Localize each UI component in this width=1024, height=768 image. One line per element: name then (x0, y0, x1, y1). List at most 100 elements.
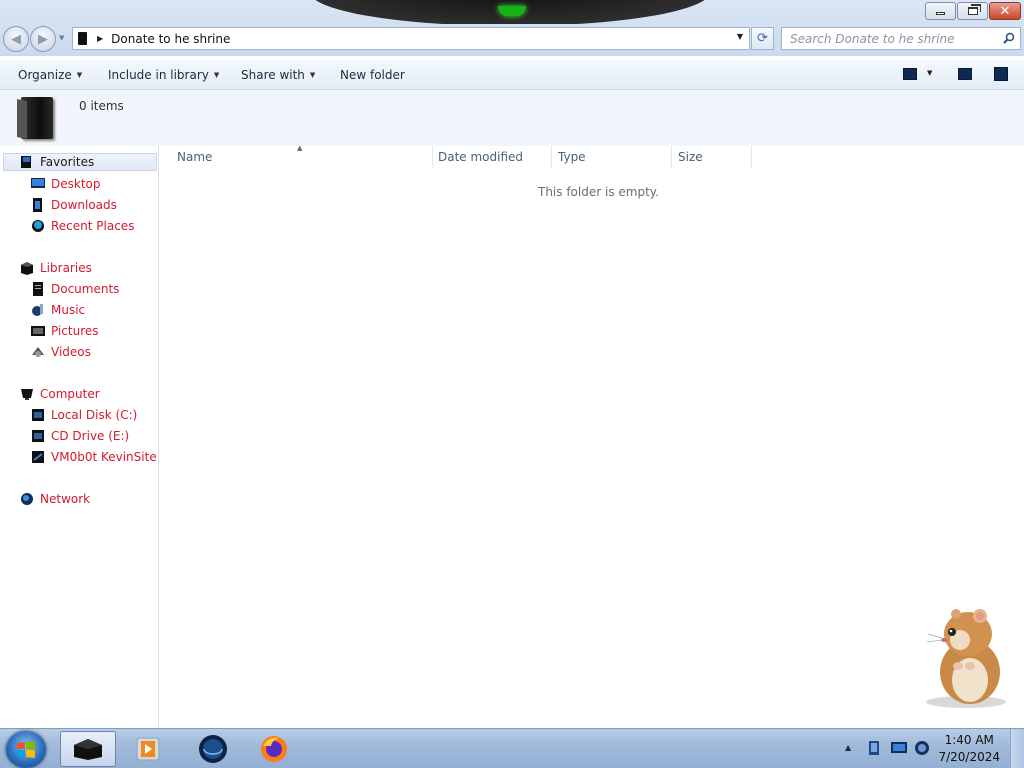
close-button[interactable]: ✕ (989, 2, 1021, 20)
action-center-icon[interactable] (866, 740, 882, 756)
breadcrumb-chevron-icon[interactable]: ▶ (97, 34, 103, 43)
include-in-library-menu[interactable]: Include in library ▼ (108, 68, 219, 82)
address-row: ◀ ▶ ▼ ▶ Donate to he shrine ▼ ⟳ Search D… (0, 24, 1024, 56)
network-drive-icon (32, 451, 44, 463)
network-status-icon[interactable] (890, 741, 908, 755)
explorer-icon (74, 739, 102, 760)
refresh-icon: ⟳ (757, 31, 768, 46)
nav-libraries[interactable]: Libraries (20, 259, 92, 277)
column-divider[interactable] (551, 146, 552, 168)
nav-item-videos[interactable]: Videos (31, 343, 91, 361)
restore-button[interactable] (957, 2, 988, 20)
nav-favorites[interactable]: Favorites (3, 153, 157, 171)
nav-item-local-disk[interactable]: Local Disk (C:) (31, 406, 137, 424)
taskbar-browser[interactable] (185, 731, 241, 767)
system-clock[interactable]: 1:40 AM 7/20/2024 (938, 732, 1000, 766)
share-with-menu[interactable]: Share with ▼ (241, 68, 315, 82)
libraries-icon (21, 262, 33, 275)
nav-network-label: Network (40, 492, 91, 506)
address-history-dropdown[interactable]: ▼ (737, 32, 743, 41)
column-header-date-modified[interactable]: Date modified (438, 150, 523, 164)
help-button[interactable] (994, 67, 1008, 81)
pictures-icon (31, 326, 45, 336)
refresh-button[interactable]: ⟳ (751, 27, 774, 50)
search-icon[interactable] (1003, 32, 1015, 44)
forward-arrow-icon: ▶ (38, 31, 48, 47)
nav-item-label: CD Drive (E:) (51, 429, 130, 443)
include-in-library-label: Include in library (108, 68, 209, 82)
column-divider[interactable] (671, 146, 672, 168)
browser-globe-icon (199, 735, 227, 763)
chevron-down-icon: ▼ (309, 71, 316, 79)
folder-icon (21, 97, 53, 139)
volume-icon[interactable] (914, 740, 930, 756)
show-hidden-icons-button[interactable]: ▲ (845, 743, 851, 752)
organize-label: Organize (18, 68, 72, 82)
taskbar-explorer[interactable] (60, 731, 116, 767)
taskbar-media-player[interactable] (120, 731, 176, 767)
nav-item-label: Downloads (51, 198, 117, 212)
view-options-dropdown[interactable]: ▼ (927, 69, 932, 77)
nav-item-recent-places[interactable]: Recent Places (31, 217, 134, 235)
nav-favorites-label: Favorites (40, 155, 95, 169)
recent-pages-dropdown[interactable]: ▼ (59, 34, 64, 42)
start-button[interactable] (6, 731, 46, 768)
empty-folder-message: This folder is empty. (538, 185, 659, 199)
nav-item-label: Recent Places (51, 219, 135, 233)
documents-icon (33, 282, 43, 296)
nav-item-cd-drive[interactable]: CD Drive (E:) (31, 427, 129, 445)
clock-time: 1:40 AM (944, 733, 994, 747)
show-desktop-button[interactable] (1010, 729, 1024, 768)
restore-icon (967, 4, 981, 15)
nav-item-music[interactable]: Music (31, 301, 85, 319)
back-button[interactable]: ◀ (3, 26, 29, 52)
column-header-name[interactable]: Name (177, 150, 212, 164)
hamster-desktop-pet[interactable] (918, 602, 1010, 710)
column-header-size[interactable]: Size (678, 150, 703, 164)
taskbar-firefox[interactable] (246, 731, 302, 767)
nav-item-label: Documents (51, 282, 120, 296)
nav-item-desktop[interactable]: Desktop (31, 175, 101, 193)
nav-item-network-drive[interactable]: VM0b0t KevinSite (31, 448, 157, 466)
nav-item-label: Videos (51, 345, 91, 359)
close-icon: ✕ (999, 3, 1011, 19)
preview-pane-button[interactable] (958, 68, 972, 80)
nav-computer[interactable]: Computer (20, 385, 100, 403)
nav-item-documents[interactable]: Documents (31, 280, 119, 298)
minimize-button[interactable] (925, 2, 956, 20)
nav-network[interactable]: Network (20, 490, 90, 508)
organize-menu[interactable]: Organize ▼ (18, 68, 82, 82)
search-input[interactable]: Search Donate to he shrine (781, 27, 1021, 50)
downloads-icon (33, 198, 42, 212)
windows-logo-icon (17, 741, 35, 758)
column-divider[interactable] (751, 146, 752, 168)
change-view-button[interactable] (903, 68, 917, 80)
column-divider[interactable] (432, 146, 433, 168)
address-bar[interactable]: ▶ Donate to he shrine ▼ (72, 27, 750, 50)
new-folder-label: New folder (340, 68, 405, 82)
minimize-icon (936, 12, 945, 15)
item-count: 0 items (79, 99, 124, 113)
nav-item-label: Desktop (51, 177, 101, 191)
cd-drive-icon (32, 430, 44, 442)
nav-item-downloads[interactable]: Downloads (31, 196, 117, 214)
window-controls: ✕ (925, 2, 1021, 20)
nav-item-pictures[interactable]: Pictures (31, 322, 99, 340)
breadcrumb-segment[interactable]: Donate to he shrine (111, 32, 230, 46)
navigation-pane: Favorites Desktop Downloads Recent Place… (0, 146, 159, 728)
hard-drive-icon (32, 409, 44, 421)
star-icon (21, 156, 31, 168)
column-header-type[interactable]: Type (558, 150, 586, 164)
details-pane: 0 items (0, 90, 1024, 146)
forward-button[interactable]: ▶ (30, 26, 56, 52)
firefox-icon (261, 736, 287, 762)
desktop-icon (31, 178, 45, 188)
computer-icon (21, 389, 33, 400)
folder-icon (78, 32, 87, 45)
new-folder-button[interactable]: New folder (340, 68, 405, 82)
taskbar: ▲ 1:40 AM 7/20/2024 (0, 728, 1024, 768)
share-with-label: Share with (241, 68, 305, 82)
clock-date: 7/20/2024 (938, 750, 1000, 764)
search-placeholder: Search Donate to he shrine (790, 31, 955, 46)
nav-libraries-label: Libraries (40, 261, 92, 275)
